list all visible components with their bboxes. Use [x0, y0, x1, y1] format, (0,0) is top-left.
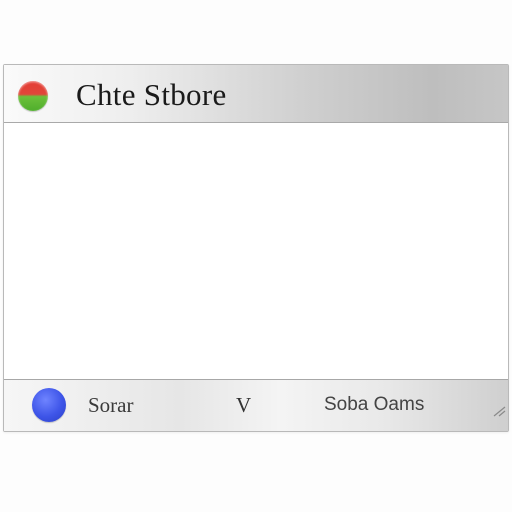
status-bar: Sorar V Soba Oams: [4, 379, 508, 431]
blue-circle-icon[interactable]: [32, 388, 66, 422]
app-window: Chte Stbore Sorar V Soba Oams: [3, 64, 509, 432]
content-area[interactable]: [4, 123, 508, 379]
resize-grip-icon[interactable]: [492, 405, 506, 417]
red-green-window-dot-icon[interactable]: [18, 81, 48, 111]
status-left-label[interactable]: Sorar: [88, 393, 134, 418]
status-right-label[interactable]: Soba Oams: [324, 394, 424, 416]
status-middle-label[interactable]: V: [236, 393, 251, 418]
window-title: Chte Stbore: [76, 77, 227, 112]
title-bar[interactable]: Chte Stbore: [4, 65, 508, 123]
